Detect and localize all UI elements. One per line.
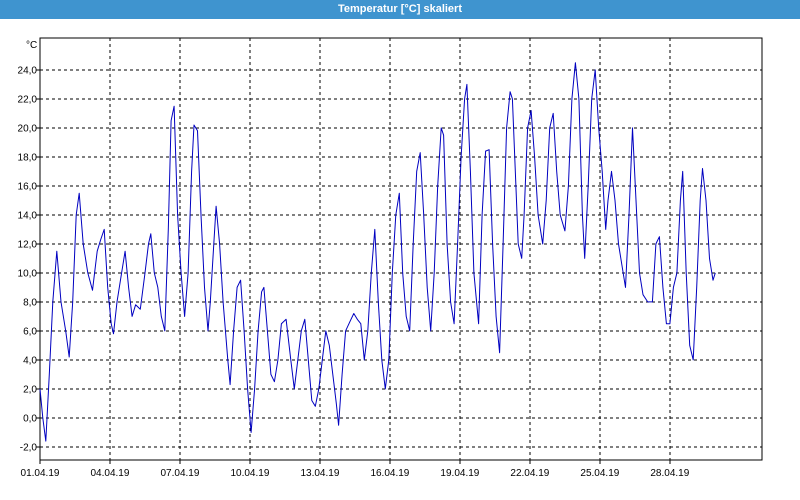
y-tick-label: 4,0 <box>23 355 37 366</box>
y-axis-unit-label: °C <box>26 40 37 51</box>
y-tick-labels: -2,0 0,0 2,0 4,0 6,0 8,0 10,0 12,0 14,0 16,0 18,0 2… <box>18 65 38 453</box>
y-tick-label: 0,0 <box>23 413 37 424</box>
x-tick-label: 28.04.19 <box>650 468 689 479</box>
y-tick-label: 12,0 <box>18 239 38 250</box>
series-layer <box>39 62 716 442</box>
x-tick-label: 01.04.19 <box>21 468 60 479</box>
y-tick-label: 6,0 <box>23 326 37 337</box>
x-tick-label: 10.04.19 <box>230 468 269 479</box>
x-tick-label: 13.04.19 <box>300 468 339 479</box>
chart-window: Temperatur [°C] skaliert -2,0 0,0 2,0 4,0 6,… <box>0 0 800 500</box>
x-tick-label: 16.04.19 <box>370 468 409 479</box>
y-tick-label: 10,0 <box>18 268 38 279</box>
temperature-chart: -2,0 0,0 2,0 4,0 6,0 8,0 10,0 12,0 14,0 16,0 18,0 2… <box>18 37 763 479</box>
x-tick-label: 04.04.19 <box>91 468 130 479</box>
x-tick-labels: 01.04.19 04.04.19 07.04.19 10.04.19 13.04.19… <box>21 468 690 479</box>
temperature-series-line <box>39 62 716 442</box>
y-tick-label: 8,0 <box>23 297 37 308</box>
axes <box>36 37 763 464</box>
y-tick-label: 16,0 <box>18 181 38 192</box>
x-tick-label: 25.04.19 <box>580 468 619 479</box>
y-tick-label: -2,0 <box>20 442 38 453</box>
y-tick-label: 24,0 <box>18 65 38 76</box>
x-tick-label: 22.04.19 <box>510 468 549 479</box>
y-tick-label: 2,0 <box>23 384 37 395</box>
y-tick-label: 18,0 <box>18 152 38 163</box>
x-tick-label: 19.04.19 <box>440 468 479 479</box>
y-tick-label: 20,0 <box>18 123 38 134</box>
x-tick-label: 07.04.19 <box>160 468 199 479</box>
y-tick-label: 14,0 <box>18 210 38 221</box>
y-tick-label: 22,0 <box>18 94 38 105</box>
